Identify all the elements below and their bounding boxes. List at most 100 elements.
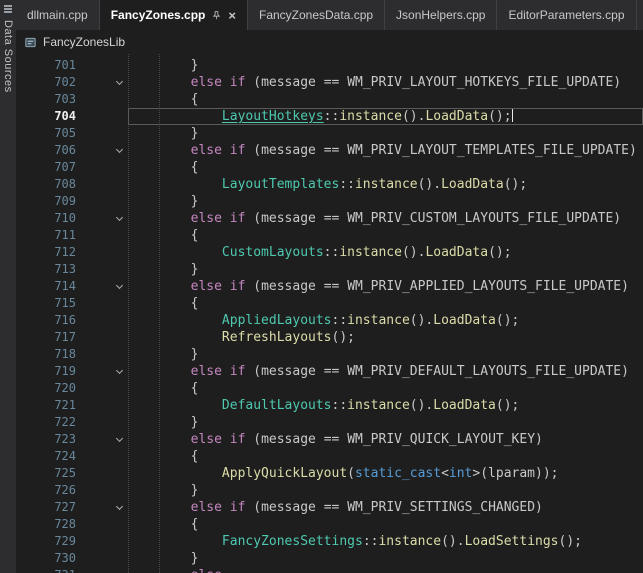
code-text[interactable]: else if (message == WM_PRIV_LAYOUT_HOTKE…	[128, 74, 643, 91]
gutter[interactable]: 712	[16, 244, 128, 261]
code-line-702[interactable]: 702 else if (message == WM_PRIV_LAYOUT_H…	[16, 74, 643, 91]
tool-window-tab-data-sources[interactable]: Data Sources	[2, 20, 14, 93]
gutter[interactable]: 715	[16, 295, 128, 312]
code-line-701[interactable]: 701 }	[16, 57, 643, 74]
gutter[interactable]: 705	[16, 125, 128, 142]
code-text[interactable]: LayoutTemplates::instance().LoadData();	[128, 176, 643, 193]
code-text[interactable]: {	[128, 448, 643, 465]
code-line-707[interactable]: 707 {	[16, 159, 643, 176]
code-text[interactable]: else if (message == WM_PRIV_APPLIED_LAYO…	[128, 278, 643, 295]
gutter[interactable]: 709	[16, 193, 128, 210]
code-text[interactable]: LayoutHotkeys::instance().LoadData();	[128, 108, 643, 125]
gutter[interactable]: 731	[16, 567, 128, 573]
code-text[interactable]: {	[128, 159, 643, 176]
code-line-722[interactable]: 722 }	[16, 414, 643, 431]
breadcrumb-bar[interactable]: FancyZonesLib	[16, 30, 643, 54]
fold-chevron-down-icon[interactable]	[110, 431, 128, 448]
gutter[interactable]: 707	[16, 159, 128, 176]
code-line-717[interactable]: 717 RefreshLayouts();	[16, 329, 643, 346]
gutter[interactable]: 726	[16, 482, 128, 499]
tab-dllmain-cpp[interactable]: dllmain.cpp	[16, 0, 100, 30]
code-text[interactable]: else if (message == WM_PRIV_LAYOUT_TEMPL…	[128, 142, 643, 159]
fold-chevron-down-icon[interactable]	[110, 278, 128, 295]
code-text[interactable]: FancyZonesSettings::instance().LoadSetti…	[128, 533, 643, 550]
code-text[interactable]: {	[128, 91, 643, 108]
code-text[interactable]: }	[128, 482, 643, 499]
code-line-725[interactable]: 725 ApplyQuickLayout(static_cast<int>(lp…	[16, 465, 643, 482]
gutter[interactable]: 714	[16, 278, 128, 295]
code-text[interactable]: }	[128, 346, 643, 363]
gutter[interactable]: 723	[16, 431, 128, 448]
code-line-704[interactable]: 704 LayoutHotkeys::instance().LoadData()…	[16, 108, 643, 125]
code-text[interactable]: {	[128, 295, 643, 312]
code-line-729[interactable]: 729 FancyZonesSettings::instance().LoadS…	[16, 533, 643, 550]
code-line-710[interactable]: 710 else if (message == WM_PRIV_CUSTOM_L…	[16, 210, 643, 227]
gutter[interactable]: 711	[16, 227, 128, 244]
gutter[interactable]: 703	[16, 91, 128, 108]
code-text[interactable]: RefreshLayouts();	[128, 329, 643, 346]
gutter[interactable]: 702	[16, 74, 128, 91]
tab-fancyzones-cpp[interactable]: FancyZones.cpp×	[100, 0, 248, 30]
code-line-703[interactable]: 703 {	[16, 91, 643, 108]
code-line-721[interactable]: 721 DefaultLayouts::instance().LoadData(…	[16, 397, 643, 414]
gutter[interactable]: 708	[16, 176, 128, 193]
code-text[interactable]: {	[128, 380, 643, 397]
gutter[interactable]: 701	[16, 57, 128, 74]
gutter[interactable]: 724	[16, 448, 128, 465]
code-line-726[interactable]: 726 }	[16, 482, 643, 499]
gutter[interactable]: 706	[16, 142, 128, 159]
fold-chevron-down-icon[interactable]	[110, 363, 128, 380]
code-line-716[interactable]: 716 AppliedLayouts::instance().LoadData(…	[16, 312, 643, 329]
code-text[interactable]: }	[128, 261, 643, 278]
code-line-720[interactable]: 720 {	[16, 380, 643, 397]
code-text[interactable]: DefaultLayouts::instance().LoadData();	[128, 397, 643, 414]
fold-chevron-down-icon[interactable]	[110, 74, 128, 91]
fold-chevron-down-icon[interactable]	[110, 567, 128, 573]
code-text[interactable]: {	[128, 516, 643, 533]
gutter[interactable]: 730	[16, 550, 128, 567]
gutter[interactable]: 710	[16, 210, 128, 227]
gutter[interactable]: 721	[16, 397, 128, 414]
code-text[interactable]: {	[128, 227, 643, 244]
gutter[interactable]: 720	[16, 380, 128, 397]
gutter[interactable]: 704	[16, 108, 128, 125]
code-text[interactable]: }	[128, 550, 643, 567]
code-line-723[interactable]: 723 else if (message == WM_PRIV_QUICK_LA…	[16, 431, 643, 448]
code-text[interactable]: AppliedLayouts::instance().LoadData();	[128, 312, 643, 329]
code-text[interactable]: else if (message == WM_PRIV_CUSTOM_LAYOU…	[128, 210, 643, 227]
code-line-715[interactable]: 715 {	[16, 295, 643, 312]
gutter[interactable]: 718	[16, 346, 128, 363]
fold-chevron-down-icon[interactable]	[110, 142, 128, 159]
code-line-728[interactable]: 728 {	[16, 516, 643, 533]
code-line-705[interactable]: 705 }	[16, 125, 643, 142]
tab-editorparameters-cpp[interactable]: EditorParameters.cpp	[497, 0, 636, 30]
code-line-718[interactable]: 718 }	[16, 346, 643, 363]
code-line-730[interactable]: 730 }	[16, 550, 643, 567]
gutter[interactable]: 722	[16, 414, 128, 431]
pin-icon[interactable]	[211, 10, 222, 21]
code-line-713[interactable]: 713 }	[16, 261, 643, 278]
tab-jsonhelpers-cpp[interactable]: JsonHelpers.cpp	[385, 0, 497, 30]
gutter[interactable]: 728	[16, 516, 128, 533]
code-line-731[interactable]: 731 else	[16, 567, 643, 573]
code-text[interactable]: ApplyQuickLayout(static_cast<int>(lparam…	[128, 465, 643, 482]
code-line-724[interactable]: 724 {	[16, 448, 643, 465]
code-line-727[interactable]: 727 else if (message == WM_PRIV_SETTINGS…	[16, 499, 643, 516]
gutter[interactable]: 727	[16, 499, 128, 516]
code-line-706[interactable]: 706 else if (message == WM_PRIV_LAYOUT_T…	[16, 142, 643, 159]
tab-fancyzonesdata-cpp[interactable]: FancyZonesData.cpp	[248, 0, 385, 30]
code-text[interactable]: else if (message == WM_PRIV_DEFAULT_LAYO…	[128, 363, 643, 380]
code-text[interactable]: else	[128, 567, 643, 573]
code-line-714[interactable]: 714 else if (message == WM_PRIV_APPLIED_…	[16, 278, 643, 295]
gutter[interactable]: 716	[16, 312, 128, 329]
code-text[interactable]: else if (message == WM_PRIV_QUICK_LAYOUT…	[128, 431, 643, 448]
gutter[interactable]: 713	[16, 261, 128, 278]
code-line-712[interactable]: 712 CustomLayouts::instance().LoadData()…	[16, 244, 643, 261]
code-line-719[interactable]: 719 else if (message == WM_PRIV_DEFAULT_…	[16, 363, 643, 380]
fold-chevron-down-icon[interactable]	[110, 210, 128, 227]
code-text[interactable]: }	[128, 193, 643, 210]
code-line-709[interactable]: 709 }	[16, 193, 643, 210]
code-text[interactable]: CustomLayouts::instance().LoadData();	[128, 244, 643, 261]
gutter[interactable]: 725	[16, 465, 128, 482]
close-icon[interactable]: ×	[228, 9, 236, 22]
